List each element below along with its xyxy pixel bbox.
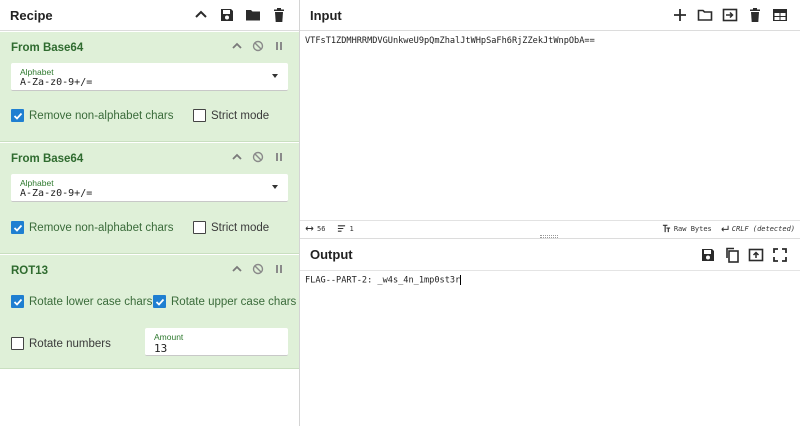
save-icon[interactable]	[219, 7, 235, 23]
lines-indicator: 1	[337, 224, 354, 233]
eol-indicator[interactable]: CRLF (detected)	[720, 224, 795, 233]
operation-from-base64-1: From Base64 Alphabet A-Za-z0-9+/= Remove…	[0, 32, 299, 142]
alphabet-value: A-Za-z0-9+/=	[20, 77, 93, 88]
amount-input[interactable]: Amount 13	[145, 328, 288, 356]
alphabet-label: Alphabet	[20, 67, 54, 77]
input-status-bar: 56 1 Raw Bytes CRLF (detected)	[300, 220, 800, 236]
length-icon	[305, 224, 314, 233]
text-cursor	[460, 275, 462, 285]
length-value: 56	[317, 224, 326, 233]
operation-rot13: ROT13 Rotate lower case chars Rotate upp…	[0, 255, 299, 369]
open-file-icon[interactable]	[722, 7, 738, 23]
input-pane: Input VTFsT1ZDMHRRMDVGUnkweU9pQmZhalJtWH…	[300, 0, 800, 238]
length-indicator: 56	[305, 224, 325, 233]
pause-icon[interactable]	[273, 151, 285, 163]
strict-mode-checkbox[interactable]: Strict mode	[193, 109, 269, 122]
operation-title: ROT13	[11, 265, 49, 277]
output-textarea[interactable]: FLAG--PART-2: _w4s_4n_1mp0st3r	[305, 275, 462, 286]
chevron-up-icon[interactable]	[231, 263, 243, 275]
chevron-down-icon	[272, 74, 278, 78]
return-arrow-icon	[720, 224, 729, 233]
operation-from-base64-2: From Base64 Alphabet A-Za-z0-9+/= Remove…	[0, 143, 299, 254]
checkbox-unchecked-icon[interactable]	[193, 221, 206, 234]
alphabet-select[interactable]: Alphabet A-Za-z0-9+/=	[11, 174, 288, 202]
copy-icon[interactable]	[724, 247, 740, 263]
checkbox-checked-icon[interactable]	[11, 295, 24, 308]
lines-icon	[337, 224, 346, 233]
amount-label: Amount	[154, 332, 184, 342]
output-pane: Output FLAG--PART-2: _w4s_4n_1mp0st3r	[300, 238, 800, 426]
chevron-up-icon[interactable]	[231, 151, 243, 163]
disable-icon[interactable]	[252, 263, 264, 275]
checkbox-checked-icon[interactable]	[11, 109, 24, 122]
recipe-title: Recipe	[10, 7, 53, 23]
rotate-upper-checkbox[interactable]: Rotate upper case chars	[153, 295, 296, 308]
save-icon[interactable]	[700, 247, 716, 263]
checkbox-label: Rotate numbers	[29, 337, 111, 350]
layout-icon[interactable]	[772, 7, 788, 23]
folder-icon[interactable]	[245, 7, 261, 23]
encoding-value: Raw Bytes	[673, 224, 712, 233]
pause-icon[interactable]	[273, 263, 285, 275]
rotate-lower-checkbox[interactable]: Rotate lower case chars	[11, 295, 152, 308]
rotate-numbers-checkbox[interactable]: Rotate numbers	[11, 337, 111, 350]
alphabet-value: A-Za-z0-9+/=	[20, 188, 93, 199]
input-title: Input	[310, 7, 342, 23]
strict-mode-checkbox[interactable]: Strict mode	[193, 221, 269, 234]
trash-icon[interactable]	[747, 7, 763, 23]
trash-icon[interactable]	[271, 7, 287, 23]
checkbox-label: Rotate lower case chars	[29, 295, 153, 308]
open-folder-icon[interactable]	[697, 7, 713, 23]
checkbox-label: Rotate upper case chars	[171, 295, 297, 308]
text-format-icon	[662, 224, 671, 233]
fullscreen-icon[interactable]	[772, 247, 788, 263]
operation-title: From Base64	[11, 42, 84, 54]
output-title: Output	[310, 247, 353, 262]
checkbox-label: Remove non-alphabet chars	[29, 109, 174, 122]
disable-icon[interactable]	[252, 151, 264, 163]
recipe-header: Recipe	[0, 0, 299, 31]
operation-title: From Base64	[11, 153, 84, 165]
checkbox-label: Strict mode	[211, 221, 270, 234]
checkbox-checked-icon[interactable]	[153, 295, 166, 308]
remove-non-alphabet-checkbox[interactable]: Remove non-alphabet chars	[11, 221, 173, 234]
checkbox-label: Strict mode	[211, 109, 270, 122]
replace-input-icon[interactable]	[748, 247, 764, 263]
checkbox-unchecked-icon[interactable]	[193, 109, 206, 122]
input-header: Input	[300, 0, 800, 31]
checkbox-unchecked-icon[interactable]	[11, 337, 24, 350]
checkbox-label: Remove non-alphabet chars	[29, 221, 174, 234]
recipe-pane: Recipe From Base64 Alphabet A-Za-z0-9+/=…	[0, 0, 300, 426]
chevron-up-icon[interactable]	[231, 40, 243, 52]
disable-icon[interactable]	[252, 40, 264, 52]
output-value: FLAG--PART-2: _w4s_4n_1mp0st3r	[305, 275, 461, 286]
eol-value: CRLF (detected)	[731, 224, 795, 233]
pause-icon[interactable]	[273, 40, 285, 52]
alphabet-label: Alphabet	[20, 178, 54, 188]
add-tab-icon[interactable]	[672, 7, 688, 23]
alphabet-select[interactable]: Alphabet A-Za-z0-9+/=	[11, 63, 288, 91]
chevron-down-icon	[272, 185, 278, 189]
input-textarea[interactable]: VTFsT1ZDMHRRMDVGUnkweU9pQmZhalJtWHpSaFh6…	[305, 36, 595, 46]
amount-value: 13	[154, 342, 168, 355]
lines-value: 1	[349, 224, 354, 233]
chevron-up-icon[interactable]	[193, 7, 209, 23]
remove-non-alphabet-checkbox[interactable]: Remove non-alphabet chars	[11, 109, 173, 122]
output-header: Output	[300, 239, 800, 271]
encoding-indicator[interactable]: Raw Bytes	[662, 224, 712, 233]
checkbox-checked-icon[interactable]	[11, 221, 24, 234]
